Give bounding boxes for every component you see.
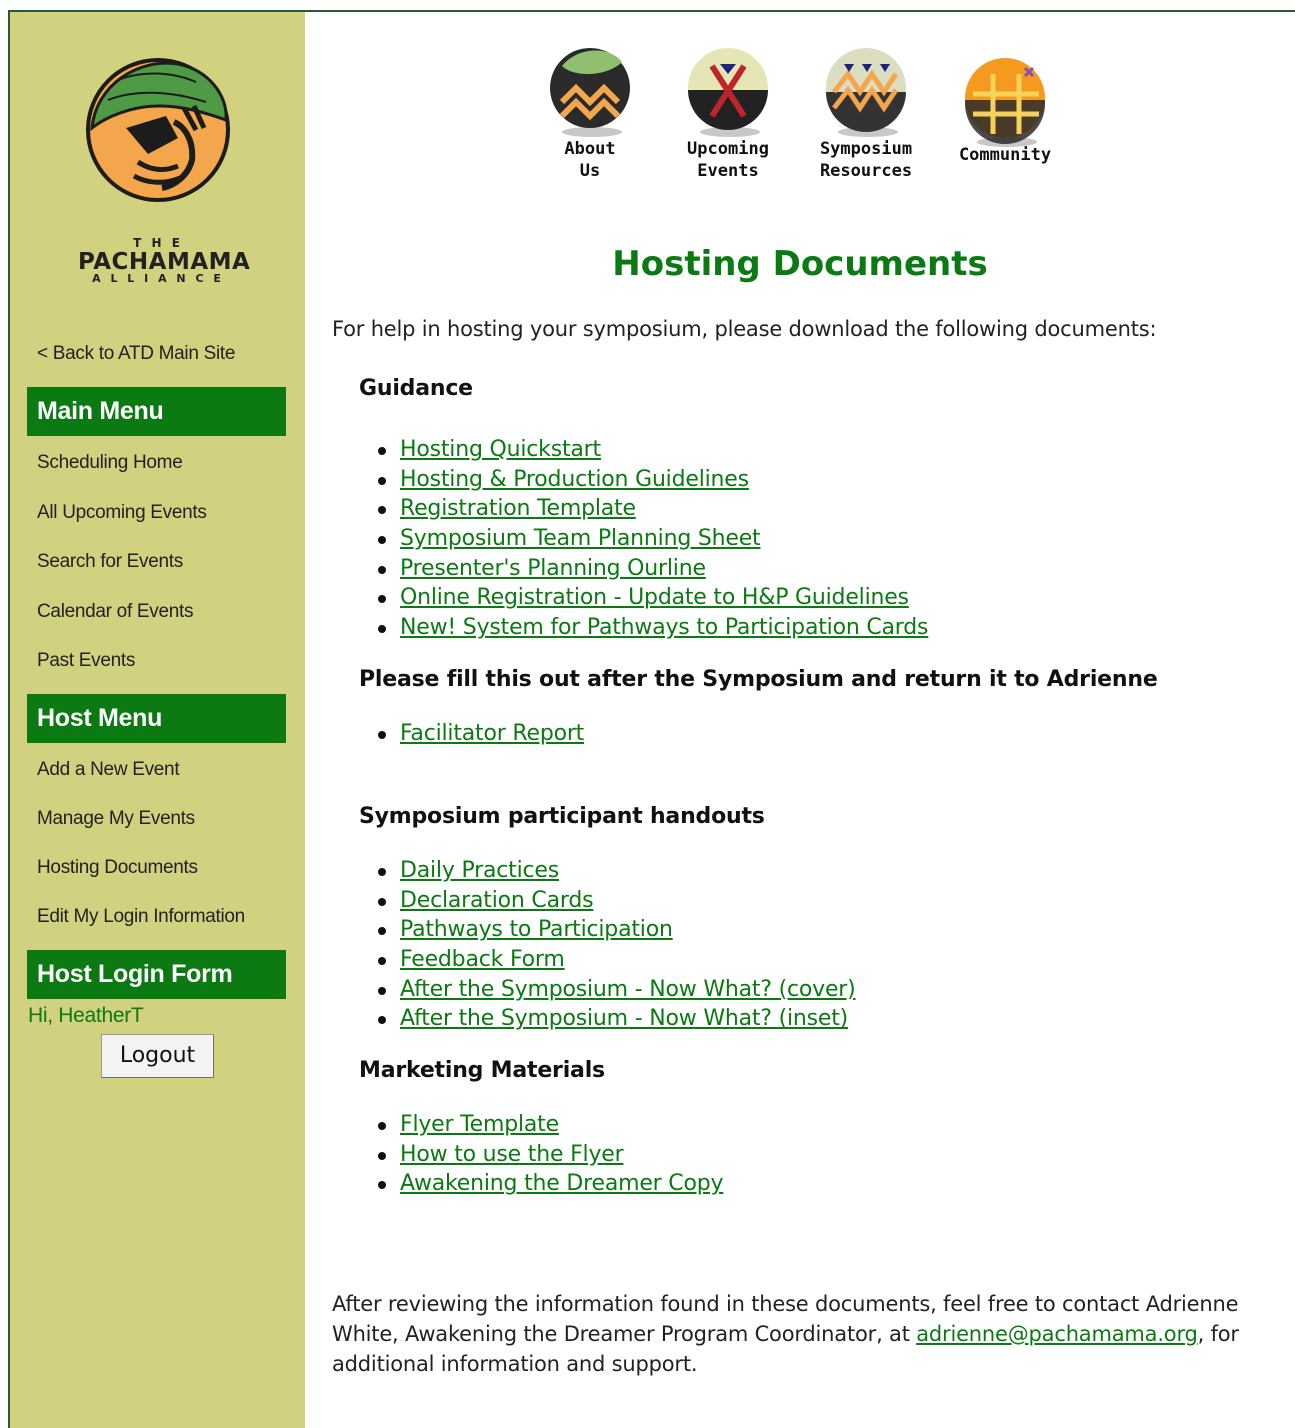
pachamama-logo[interactable]: T H E PACHAMAMA A L L I A N C E bbox=[78, 50, 250, 300]
list-item: Presenter's Planning Ourline bbox=[375, 554, 928, 584]
nav-about-us-label: About Us bbox=[564, 139, 616, 181]
facilitator-doc-list: Facilitator Report bbox=[375, 719, 584, 749]
list-item: Pathways to Participation bbox=[375, 915, 856, 945]
logo-the: T H E bbox=[133, 236, 183, 250]
doc-link-declaration-cards[interactable]: Declaration Cards bbox=[400, 888, 594, 913]
page-title: Hosting Documents bbox=[612, 244, 988, 284]
doc-link-flyer-template[interactable]: Flyer Template bbox=[400, 1112, 559, 1137]
list-item: Hosting Quickstart bbox=[375, 435, 928, 465]
list-item: Hosting & Production Guidelines bbox=[375, 465, 928, 495]
nav-upcoming-events-label: Upcoming Events bbox=[687, 139, 769, 181]
doc-link-team-planning-sheet[interactable]: Symposium Team Planning Sheet bbox=[400, 526, 761, 551]
nav-symposium-resources-label: Symposium Resources bbox=[819, 139, 913, 181]
handouts-doc-list: Daily Practices Declaration Cards Pathwa… bbox=[375, 856, 856, 1034]
menu-item-calendar-of-events[interactable]: Calendar of Events bbox=[37, 601, 194, 623]
host-menu-heading: Host Menu bbox=[27, 694, 286, 743]
nav-community[interactable]: Community bbox=[940, 54, 1070, 166]
marketing-doc-list: Flyer Template How to use the Flyer Awak… bbox=[375, 1110, 724, 1199]
menu-item-all-upcoming-events[interactable]: All Upcoming Events bbox=[37, 502, 207, 524]
menu-item-hosting-documents[interactable]: Hosting Documents bbox=[37, 857, 198, 879]
list-item: Flyer Template bbox=[375, 1110, 723, 1140]
doc-link-hosting-quickstart[interactable]: Hosting Quickstart bbox=[400, 437, 601, 462]
menu-item-add-new-event[interactable]: Add a New Event bbox=[37, 759, 180, 781]
logo-emblem-icon bbox=[86, 58, 230, 202]
section-heading-marketing: Marketing Materials bbox=[359, 1058, 605, 1083]
menu-item-past-events[interactable]: Past Events bbox=[37, 650, 135, 672]
doc-link-daily-practices[interactable]: Daily Practices bbox=[400, 858, 559, 883]
section-heading-handouts: Symposium participant handouts bbox=[359, 804, 765, 829]
list-item: Registration Template bbox=[375, 494, 928, 524]
logo-alliance: A L L I A N C E bbox=[92, 272, 224, 285]
back-to-main-site-link[interactable]: < Back to ATD Main Site bbox=[37, 343, 235, 365]
list-item: Declaration Cards bbox=[375, 886, 856, 916]
guidance-doc-list: Hosting Quickstart Hosting & Production … bbox=[375, 435, 928, 643]
doc-link-online-registration-update[interactable]: Online Registration - Update to H&P Guid… bbox=[400, 585, 909, 610]
doc-link-registration-template[interactable]: Registration Template bbox=[400, 496, 636, 521]
user-greeting: Hi, HeatherT bbox=[28, 1004, 144, 1027]
list-item: Daily Practices bbox=[375, 856, 856, 886]
list-item: Awakening the Dreamer Copy bbox=[375, 1169, 724, 1199]
doc-link-how-to-use-flyer[interactable]: How to use the Flyer bbox=[400, 1142, 624, 1167]
doc-link-hosting-production-guidelines[interactable]: Hosting & Production Guidelines bbox=[400, 467, 749, 492]
main-menu-heading: Main Menu bbox=[27, 387, 286, 436]
contact-email-link[interactable]: adrienne@pachamama.org bbox=[916, 1322, 1198, 1346]
contact-paragraph: After reviewing the information found in… bbox=[332, 1289, 1262, 1379]
intro-text: For help in hosting your symposium, plea… bbox=[332, 317, 1157, 341]
doc-link-pathways-to-participation[interactable]: Pathways to Participation bbox=[400, 917, 673, 942]
list-item: After the Symposium - Now What? (inset) bbox=[375, 1004, 856, 1034]
nav-symposium-resources[interactable]: Symposium Resources bbox=[801, 44, 931, 182]
doc-link-pathways-cards-system[interactable]: New! System for Pathways to Participatio… bbox=[400, 615, 928, 640]
upcoming-events-icon bbox=[688, 48, 768, 137]
menu-item-search-for-events[interactable]: Search for Events bbox=[37, 551, 183, 573]
doc-link-facilitator-report[interactable]: Facilitator Report bbox=[400, 721, 584, 746]
nav-upcoming-events[interactable]: Upcoming Events bbox=[663, 44, 793, 182]
list-item: Symposium Team Planning Sheet bbox=[375, 524, 928, 554]
list-item: After the Symposium - Now What? (cover) bbox=[375, 975, 856, 1005]
host-login-form-heading: Host Login Form bbox=[27, 950, 286, 999]
doc-link-feedback-form[interactable]: Feedback Form bbox=[400, 947, 565, 972]
list-item: How to use the Flyer bbox=[375, 1140, 723, 1170]
doc-link-presenters-planning-outline[interactable]: Presenter's Planning Ourline bbox=[400, 556, 706, 581]
menu-item-scheduling-home[interactable]: Scheduling Home bbox=[37, 452, 183, 474]
section-heading-guidance: Guidance bbox=[359, 376, 473, 401]
list-item: Online Registration - Update to H&P Guid… bbox=[375, 583, 928, 613]
section-heading-facilitator: Please fill this out after the Symposium… bbox=[359, 667, 1158, 692]
menu-item-manage-my-events[interactable]: Manage My Events bbox=[37, 808, 195, 830]
about-us-icon bbox=[550, 48, 630, 137]
nav-about-us[interactable]: About Us bbox=[525, 44, 655, 182]
doc-link-now-what-cover[interactable]: After the Symposium - Now What? (cover) bbox=[400, 977, 856, 1002]
doc-link-now-what-inset[interactable]: After the Symposium - Now What? (inset) bbox=[400, 1006, 848, 1031]
doc-link-awakening-dreamer-copy[interactable]: Awakening the Dreamer Copy bbox=[400, 1171, 724, 1196]
list-item: New! System for Pathways to Participatio… bbox=[375, 613, 928, 643]
list-item: Feedback Form bbox=[375, 945, 856, 975]
symposium-resources-icon bbox=[826, 48, 906, 137]
menu-item-edit-login-info[interactable]: Edit My Login Information bbox=[37, 906, 245, 928]
list-item: Facilitator Report bbox=[375, 719, 584, 749]
logout-button[interactable]: Logout bbox=[101, 1034, 214, 1078]
nav-community-label: Community bbox=[958, 145, 1052, 165]
community-icon bbox=[965, 58, 1045, 147]
